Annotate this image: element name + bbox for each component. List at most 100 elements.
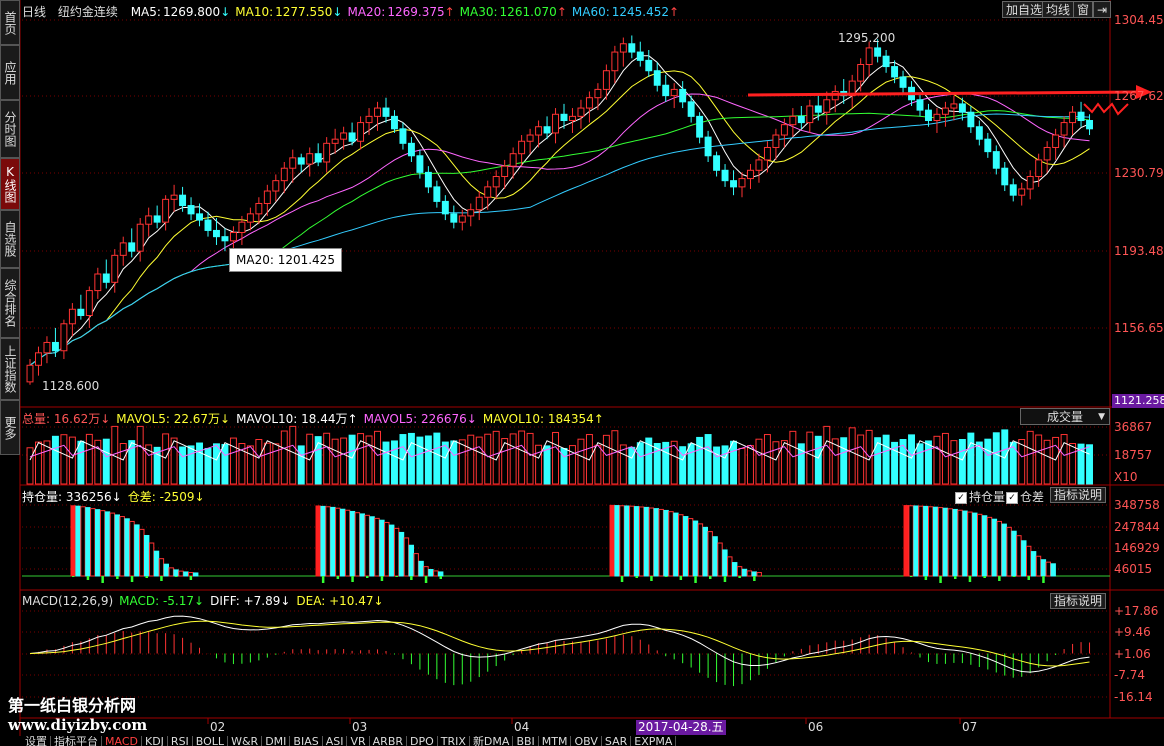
oi-diff-bar	[86, 576, 90, 580]
sidebar-tab-6[interactable]: 上证指数	[0, 338, 20, 400]
dea-line	[29, 620, 1090, 667]
indicator-tab[interactable]: MACD	[102, 736, 142, 746]
indicator-tab[interactable]: ASI	[323, 736, 348, 746]
candle-down	[433, 186, 441, 202]
candle-down	[925, 109, 932, 122]
candle-up	[1018, 188, 1026, 196]
indicator-dropdown[interactable]: 成交量 ▼	[1020, 408, 1110, 425]
oi-bar	[1006, 526, 1012, 577]
diff-line	[29, 615, 1090, 673]
oi-bar	[692, 520, 699, 577]
volume-bar	[967, 432, 975, 485]
oi-diff-bar	[145, 576, 148, 578]
candle-down	[662, 84, 670, 97]
volume-bar	[1060, 434, 1068, 485]
indicator-tab[interactable]: 设置	[22, 736, 51, 746]
macd-tick: -16.14	[1114, 690, 1153, 704]
month-label: 07	[962, 720, 978, 734]
open-interest-header: 持仓量: 336256↓ 仓差: -2509↓	[22, 488, 211, 505]
candle-down	[128, 242, 136, 252]
oi-bar	[70, 505, 76, 577]
volume-bar	[941, 432, 949, 485]
oi-tick: 146929	[1114, 541, 1160, 555]
indicator-tab[interactable]: OBV	[571, 736, 602, 746]
oi-bar	[972, 512, 978, 577]
indicator-tab[interactable]: VR	[347, 736, 370, 746]
volume-bar	[543, 445, 551, 485]
candle-up	[1052, 134, 1060, 148]
indicator-tab[interactable]: 新DMA	[470, 736, 514, 746]
oi-diff-bar	[709, 576, 712, 579]
oi-diff-bar	[1027, 576, 1030, 580]
volume-bar	[246, 445, 254, 485]
sidebar-tab-0[interactable]: 首页	[0, 0, 20, 45]
oi-bar	[683, 516, 689, 577]
sidebar-tab-2[interactable]: 分时图	[0, 100, 20, 158]
macd-tick: +1.06	[1114, 647, 1151, 661]
indicator-tab[interactable]: ARBR	[370, 736, 408, 746]
oi-bar	[139, 528, 145, 577]
candle-up	[229, 232, 237, 242]
indicator-tab[interactable]: SAR	[602, 736, 632, 746]
volume-bar	[77, 440, 85, 485]
oi-bar	[736, 566, 743, 577]
price-tick: 1267.625	[1114, 89, 1164, 103]
sidebar-tab-7[interactable]: 更多	[0, 400, 20, 455]
oi-bar	[188, 572, 194, 577]
oi-bar	[756, 572, 762, 577]
candle-down	[653, 70, 661, 86]
ma-settings-button[interactable]: 均线	[1042, 1, 1075, 18]
window-button[interactable]: 窗	[1073, 1, 1094, 18]
volume-bar	[1018, 439, 1026, 485]
oi-bar	[95, 509, 101, 577]
oi-checkbox[interactable]: ✓ 持仓量	[955, 488, 1005, 505]
volume-bar	[696, 436, 704, 485]
candle-down	[51, 341, 59, 352]
macd-explain-button[interactable]: 指标说明	[1050, 593, 1107, 609]
oi-explain-button[interactable]: 指标说明	[1050, 487, 1107, 503]
sidebar-tab-3[interactable]: K线图	[0, 158, 20, 210]
indicator-tab[interactable]: DPO	[407, 736, 438, 746]
volume-bar	[340, 437, 348, 485]
indicator-tab[interactable]: TRIX	[438, 736, 470, 746]
add-watchlist-button[interactable]: 加自选	[1002, 1, 1047, 18]
candle-down	[348, 132, 356, 142]
volume-bar	[187, 445, 195, 485]
candle-up	[619, 43, 627, 53]
oi-diff-checkbox[interactable]: ✓ 仓差	[1006, 488, 1044, 505]
volume-bar	[747, 445, 754, 485]
indicator-tab[interactable]: EXPMA	[631, 736, 677, 746]
indicator-tab[interactable]: 指标平台	[51, 736, 102, 746]
oi-bar	[913, 505, 919, 577]
sidebar-tab-5[interactable]: 综合排名	[0, 268, 20, 338]
oi-diff-bar	[650, 576, 653, 581]
volume-bar	[518, 430, 526, 485]
panel-header-value: MACD: -5.17↓	[119, 594, 205, 608]
candle-up	[280, 167, 288, 182]
sidebar-tab-1[interactable]: 应用	[0, 45, 20, 100]
oi-bar	[134, 524, 140, 577]
exit-icon[interactable]: ⇥	[1093, 1, 1111, 18]
indicator-tab[interactable]: BIAS	[290, 736, 323, 746]
candle-up	[747, 169, 754, 180]
oi-diff-bar	[101, 576, 104, 583]
volume-bar	[407, 432, 415, 485]
candle-down	[916, 99, 924, 111]
indicator-tab[interactable]: BBI	[513, 736, 539, 746]
indicator-tab[interactable]: W&R	[228, 736, 263, 746]
indicator-tab[interactable]: DMI	[262, 736, 291, 746]
indicator-tab[interactable]: RSI	[168, 736, 193, 746]
volume-bar	[535, 444, 543, 485]
indicator-tab[interactable]: KDJ	[142, 736, 168, 746]
current-price-badge: 1121.258	[1112, 394, 1164, 408]
oi-diff-bar	[983, 576, 986, 578]
sidebar-tab-4[interactable]: 自选股	[0, 210, 20, 268]
indicator-tab[interactable]: MTM	[539, 736, 572, 746]
panel-header-value: 持仓量: 336256↓	[22, 490, 122, 504]
oi-bar	[1045, 561, 1051, 577]
oi-bar	[702, 526, 708, 577]
volume-bar	[1069, 443, 1077, 485]
indicator-tab[interactable]: BOLL	[193, 736, 229, 746]
indicator-tab-bar: 设置 指标平台 MACD KDJ RSI BOLL W&R DMI BIAS ASI VR ARBR D…	[0, 736, 1164, 746]
macd-histogram	[22, 610, 1110, 698]
